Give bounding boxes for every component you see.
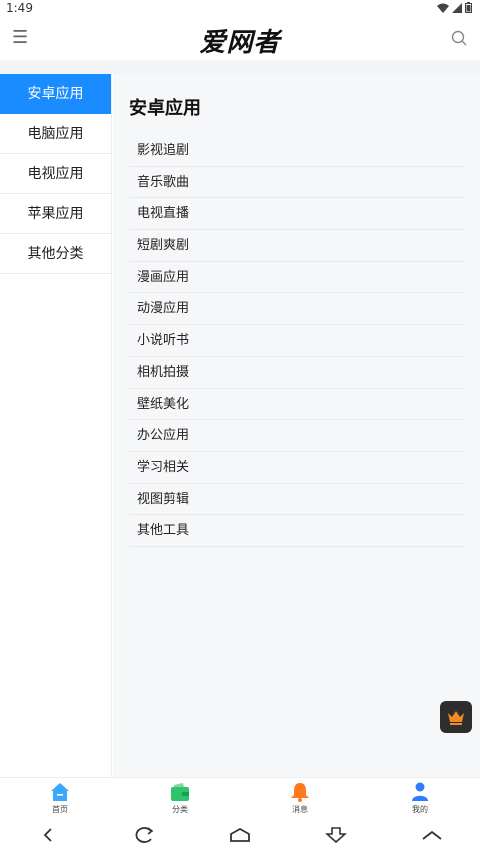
chevron-up-icon[interactable] (417, 823, 447, 847)
wifi-icon (437, 3, 449, 13)
list-item[interactable]: 动漫应用 (129, 293, 464, 326)
tab-profile-label: 我的 (412, 805, 428, 814)
sidebar-item-other[interactable]: 其他分类 (0, 234, 111, 274)
list-item[interactable]: 小说听书 (129, 325, 464, 357)
bell-icon (291, 783, 309, 802)
crown-icon (448, 711, 464, 725)
sidebar-item-apple[interactable]: 苹果应用 (0, 194, 111, 234)
subcategory-list: 影视追剧 音乐歌曲 电视直播 短剧爽剧 漫画应用 动漫应用 小说听书 相机拍摄 … (129, 135, 464, 547)
user-icon (412, 782, 428, 801)
list-item[interactable]: 影视追剧 (129, 135, 464, 167)
download-icon[interactable] (321, 823, 351, 847)
tab-messages[interactable]: 消息 (240, 778, 360, 819)
status-bar: 1:49 (0, 0, 480, 18)
list-item[interactable]: 学习相关 (129, 452, 464, 484)
sidebar-item-pc[interactable]: 电脑应用 (0, 114, 111, 154)
header-divider-band (0, 60, 480, 74)
home-nav-icon[interactable] (225, 823, 255, 847)
list-item[interactable]: 电视直播 (129, 198, 464, 231)
tab-category-label: 分类 (172, 805, 188, 814)
tab-category[interactable]: 分类 (120, 778, 240, 819)
category-content: 安卓应用 影视追剧 音乐歌曲 电视直播 短剧爽剧 漫画应用 动漫应用 小说听书 … (113, 74, 480, 777)
list-item[interactable]: 其他工具 (129, 515, 464, 547)
list-item[interactable]: 音乐歌曲 (129, 167, 464, 199)
tab-profile[interactable]: 我的 (360, 778, 480, 819)
list-item[interactable]: 漫画应用 (129, 262, 464, 294)
app-header: ☰ 爱网者 (0, 18, 480, 60)
system-nav-bar (0, 819, 480, 850)
status-time: 1:49 (6, 1, 33, 15)
home-icon (51, 783, 69, 801)
wallet-icon (171, 783, 189, 801)
status-icons (437, 2, 472, 13)
signal-icon (452, 2, 462, 13)
tab-home-label: 首页 (52, 805, 68, 814)
sidebar-item-tv[interactable]: 电视应用 (0, 154, 111, 194)
battery-icon (465, 2, 472, 13)
rotate-icon[interactable] (129, 823, 159, 847)
tab-home[interactable]: 首页 (0, 778, 120, 819)
section-title: 安卓应用 (129, 98, 201, 119)
list-item[interactable]: 办公应用 (129, 420, 464, 452)
sidebar-item-android[interactable]: 安卓应用 (0, 74, 111, 114)
category-sidebar: 安卓应用 电脑应用 电视应用 苹果应用 其他分类 (0, 74, 112, 777)
list-item[interactable]: 短剧爽剧 (129, 230, 464, 262)
list-item[interactable]: 视图剪辑 (129, 484, 464, 516)
vip-float-button[interactable] (440, 701, 472, 733)
app-logo: 爱网者 (199, 28, 281, 58)
tab-messages-label: 消息 (292, 805, 308, 814)
bottom-tab-bar: 首页 分类 消息 我的 (0, 777, 480, 819)
back-icon[interactable] (33, 823, 63, 847)
list-item[interactable]: 壁纸美化 (129, 389, 464, 421)
search-icon[interactable] (450, 29, 468, 47)
list-item[interactable]: 相机拍摄 (129, 357, 464, 389)
